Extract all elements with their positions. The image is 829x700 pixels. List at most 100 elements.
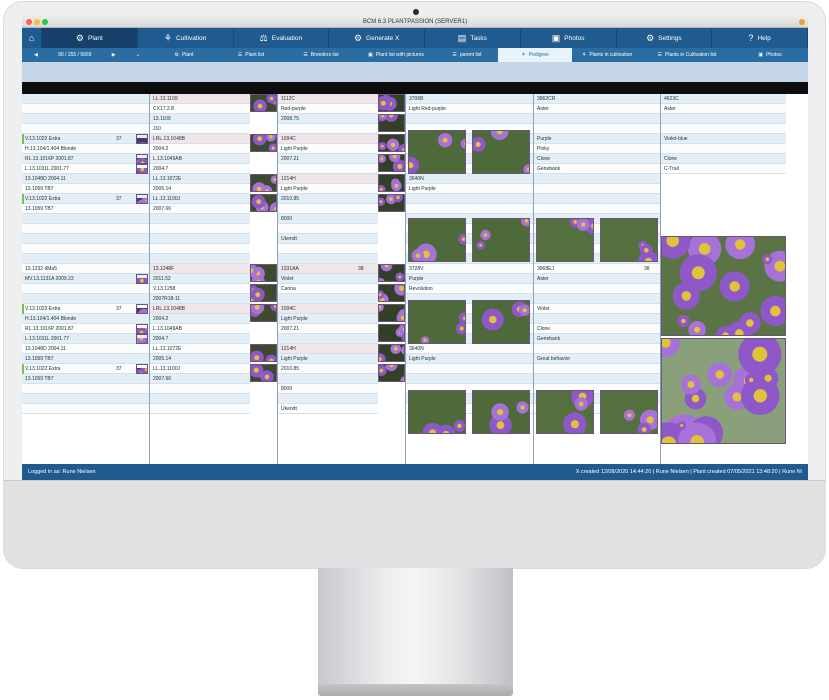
pedigree-cell[interactable] xyxy=(278,124,378,134)
plant-thumbnail[interactable] xyxy=(250,94,277,112)
pedigree-cell[interactable] xyxy=(278,374,378,384)
pedigree-cell[interactable] xyxy=(534,294,660,304)
pedigree-cell[interactable]: Purple xyxy=(534,134,660,144)
pedigree-cell[interactable] xyxy=(406,114,533,124)
plant-thumbnail[interactable] xyxy=(378,304,405,322)
pedigree-cell[interactable] xyxy=(22,254,149,264)
pedigree-cell[interactable]: V.13.1022 Extra xyxy=(22,134,149,144)
plant-thumbnail[interactable] xyxy=(378,264,405,282)
pedigree-cell[interactable] xyxy=(534,114,660,124)
pedigree-cell[interactable] xyxy=(22,244,149,254)
pedigree-cell[interactable] xyxy=(534,204,660,214)
pedigree-cell[interactable] xyxy=(406,364,533,374)
plant-thumbnail[interactable] xyxy=(136,324,148,334)
pedigree-cell[interactable]: 2011.52 xyxy=(150,274,250,284)
plant-thumbnail[interactable] xyxy=(136,164,148,174)
pedigree-cell[interactable]: 13.1059 TB7 xyxy=(22,184,149,194)
pedigree-cell[interactable]: 3968EJ xyxy=(534,264,660,274)
plant-thumbnail[interactable] xyxy=(250,284,277,302)
plant-thumbnail[interactable] xyxy=(378,194,405,212)
pedigree-cell[interactable]: LL.13.1100J xyxy=(150,364,250,374)
nav-cultivation[interactable]: ⚘ Cultivation xyxy=(138,28,234,48)
pedigree-cell[interactable]: LL.13.1072E xyxy=(150,344,250,354)
plant-thumbnail[interactable] xyxy=(250,304,277,322)
pedigree-cell[interactable] xyxy=(22,114,149,124)
pedigree-cell[interactable]: Light Red-purple xyxy=(406,104,533,114)
pedigree-cell[interactable] xyxy=(22,284,149,294)
plant-thumbnail[interactable] xyxy=(378,94,405,112)
plant-photo[interactable] xyxy=(472,390,530,434)
nav-plant[interactable]: ⚙ Plant xyxy=(42,28,138,48)
pedigree-cell[interactable]: H.13.104/1.404 Blonde xyxy=(22,314,149,324)
pedigree-cell[interactable]: MV.13.1131A 2009.23 xyxy=(22,274,149,284)
pedigree-cell[interactable]: Pinky xyxy=(534,144,660,154)
pedigree-cell[interactable] xyxy=(278,254,378,264)
plant-photo-large[interactable] xyxy=(661,338,786,444)
pedigree-cell[interactable] xyxy=(22,404,149,414)
pedigree-cell[interactable]: 3706B xyxy=(406,94,533,104)
plant-thumbnail[interactable] xyxy=(378,114,405,132)
pedigree-cell[interactable]: V.13.1258 xyxy=(150,284,250,294)
pedigree-cell[interactable]: 2004.2 xyxy=(150,144,250,154)
pedigree-cell[interactable] xyxy=(278,294,378,304)
pedigree-cell[interactable]: Aster xyxy=(534,274,660,284)
pedigree-cell[interactable]: Light Purple xyxy=(278,184,378,194)
nav-photos[interactable]: ▣ Photos xyxy=(521,28,617,48)
pedigree-cell[interactable]: Violet xyxy=(278,274,378,284)
pedigree-cell[interactable]: Light Purple xyxy=(278,314,378,324)
pedigree-cell[interactable] xyxy=(22,384,149,394)
pedigree-cell[interactable]: 2008.75 xyxy=(278,114,378,124)
pedigree-cell[interactable]: V.13.1022 Extra xyxy=(22,364,149,374)
pedigree-cell[interactable]: V.13.1022 Extra xyxy=(22,194,149,204)
pedigree-cell[interactable]: Carina xyxy=(278,284,378,294)
pedigree-cell[interactable] xyxy=(661,144,786,154)
pedigree-cell[interactable] xyxy=(150,384,250,394)
pedigree-cell[interactable] xyxy=(150,234,250,244)
plant-thumbnail[interactable] xyxy=(136,134,148,144)
pedigree-cell[interactable]: 3640N xyxy=(406,174,533,184)
pedigree-cell[interactable]: Violet xyxy=(534,304,660,314)
pedigree-cell[interactable]: 3640N xyxy=(406,344,533,354)
plant-photo[interactable] xyxy=(600,218,658,262)
pedigree-cell[interactable] xyxy=(278,204,378,214)
pedigree-cell[interactable]: 3962CR xyxy=(534,94,660,104)
pedigree-cell[interactable]: Genebank xyxy=(534,334,660,344)
pedigree-cell[interactable] xyxy=(534,314,660,324)
tab-plants-in-cultivation[interactable]: ⚘ Plants in cultivation xyxy=(572,48,642,62)
pedigree-cell[interactable]: RL.13.1016P 2001.87 xyxy=(22,324,149,334)
pedigree-cell[interactable]: 13.1059 TB7 xyxy=(22,374,149,384)
plant-thumbnail[interactable] xyxy=(250,174,277,192)
pedigree-cell[interactable]: Genebank xyxy=(534,164,660,174)
plant-thumbnail[interactable] xyxy=(378,364,405,382)
plant-thumbnail[interactable] xyxy=(250,364,277,382)
plant-thumbnail[interactable] xyxy=(378,134,405,152)
chevron-down-icon[interactable]: ⌄ xyxy=(136,52,140,58)
pedigree-cell[interactable]: L.13.1049AB xyxy=(150,154,250,164)
pedigree-cell[interactable]: 2010.85 xyxy=(278,364,378,374)
plant-thumbnail[interactable] xyxy=(136,304,148,314)
pedigree-cell[interactable]: Aster xyxy=(661,104,786,114)
pedigree-cell[interactable]: V.13.1022 Extra xyxy=(22,304,149,314)
plant-thumbnail[interactable] xyxy=(136,154,148,164)
plant-thumbnail[interactable] xyxy=(136,364,148,374)
plant-thumbnail[interactable] xyxy=(136,334,148,344)
home-button[interactable]: ⌂ xyxy=(22,28,42,48)
pedigree-cell[interactable]: Purple xyxy=(406,274,533,284)
plant-thumbnail[interactable] xyxy=(378,154,405,172)
pedigree-cell[interactable] xyxy=(534,124,660,134)
pedigree-cell[interactable] xyxy=(150,254,250,264)
pedigree-cell[interactable] xyxy=(22,294,149,304)
pedigree-cell[interactable]: Clone xyxy=(661,154,786,164)
pedigree-cell[interactable] xyxy=(150,404,250,414)
tab-plants-in-cultivation-list[interactable]: ☰ Plants in Cultivation list xyxy=(642,48,732,62)
pedigree-cell[interactable]: 1214H xyxy=(278,174,378,184)
pedigree-cell[interactable] xyxy=(22,214,149,224)
plant-thumbnail[interactable] xyxy=(136,194,148,204)
pedigree-cell[interactable] xyxy=(278,394,378,404)
nav-settings[interactable]: ⚙ Settings xyxy=(617,28,713,48)
nav-generate-x[interactable]: ⚙ Generate X xyxy=(329,28,425,48)
pedigree-cell[interactable]: 1094C xyxy=(278,304,378,314)
close-window-button[interactable] xyxy=(26,19,32,25)
plant-photo[interactable] xyxy=(408,300,466,344)
plant-photo[interactable] xyxy=(536,218,594,262)
